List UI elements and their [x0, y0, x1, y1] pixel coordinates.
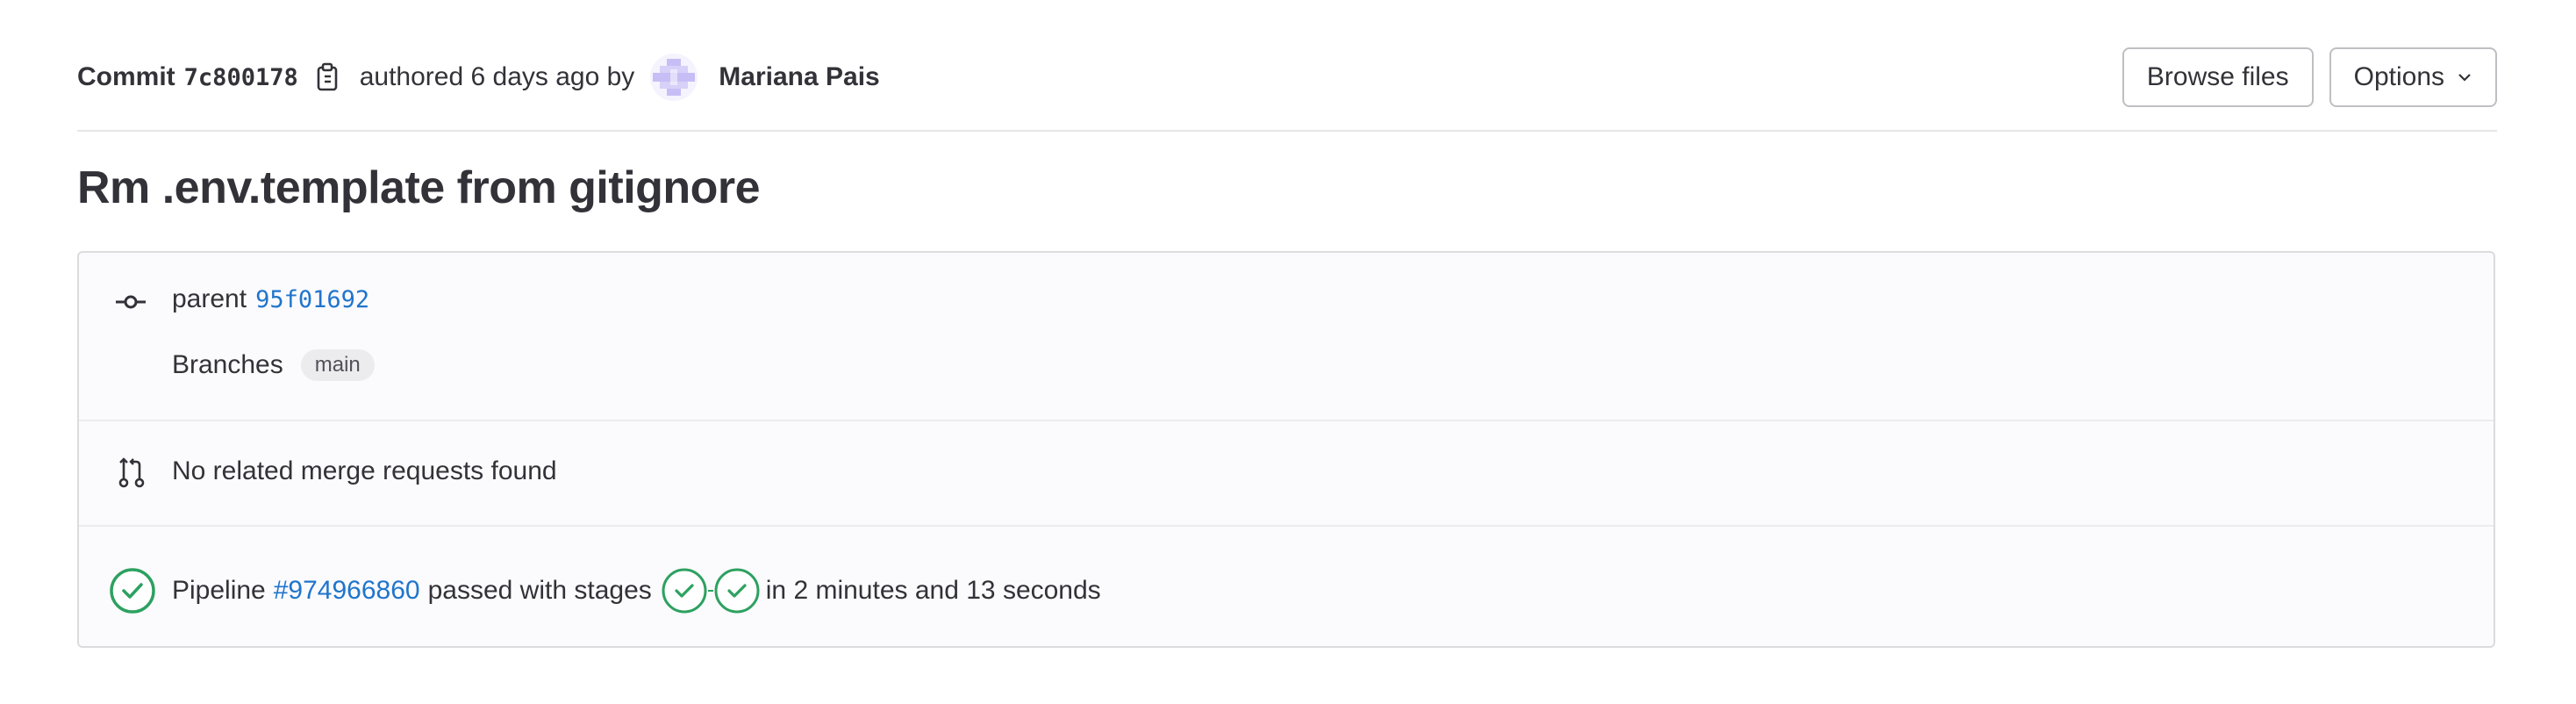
parent-sha-link[interactable]: 95f01692	[255, 286, 369, 313]
stage-passed-icon[interactable]	[661, 567, 708, 614]
branches-row: Branches main	[172, 349, 375, 381]
commit-sha: 7c800178	[183, 63, 298, 91]
clipboard-icon[interactable]	[316, 61, 342, 93]
commit-icon	[116, 291, 146, 312]
pipeline-label: Pipeline	[172, 576, 266, 605]
parent-label: parent	[172, 284, 247, 313]
branch-badge[interactable]: main	[300, 349, 375, 381]
branches-label: Branches	[172, 350, 283, 379]
merge-requests-section: No related merge requests found	[79, 421, 2494, 527]
header-actions: Browse files Options	[2122, 47, 2497, 107]
merge-request-icon	[118, 456, 146, 488]
pipeline-id-link[interactable]: #974966860	[274, 576, 420, 606]
author-avatar[interactable]	[650, 54, 698, 101]
commit-meta: Commit 7c800178 authored 6 days ago by M…	[77, 42, 880, 112]
pipeline-duration: in 2 minutes and 13 seconds	[765, 576, 1101, 605]
options-dropdown-button[interactable]: Options	[2329, 47, 2497, 107]
pipeline-status-text: passed with stages	[427, 576, 652, 605]
author-name[interactable]: Mariana Pais	[719, 62, 879, 92]
parent-branches-section: parent 95f01692 Branches main	[79, 253, 2494, 421]
commit-label: Commit	[77, 62, 175, 91]
browse-files-label: Browse files	[2146, 62, 2289, 91]
merge-requests-text: No related merge requests found	[172, 456, 557, 485]
chevron-down-icon	[2458, 74, 2471, 82]
pipeline-status-icon[interactable]	[109, 567, 156, 614]
authored-text: authored 6 days ago by	[359, 62, 635, 91]
commit-page: Commit 7c800178 authored 6 days ago by M…	[0, 0, 2576, 704]
parent-row: parent 95f01692	[172, 284, 369, 314]
pipeline-stages	[661, 567, 761, 614]
commit-header: Commit 7c800178 authored 6 days ago by M…	[77, 44, 2497, 132]
options-label: Options	[2353, 62, 2444, 91]
pipeline-row: Pipeline #974966860 passed with stages i…	[172, 567, 1101, 614]
browse-files-button[interactable]: Browse files	[2122, 47, 2314, 107]
stage-passed-icon[interactable]	[713, 567, 761, 614]
commit-title: Rm .env.template from gitignore	[77, 162, 761, 213]
commit-info-panel: parent 95f01692 Branches main No related…	[77, 251, 2495, 648]
merge-requests-row: No related merge requests found	[172, 456, 557, 486]
pipeline-section: Pipeline #974966860 passed with stages i…	[79, 527, 2494, 650]
